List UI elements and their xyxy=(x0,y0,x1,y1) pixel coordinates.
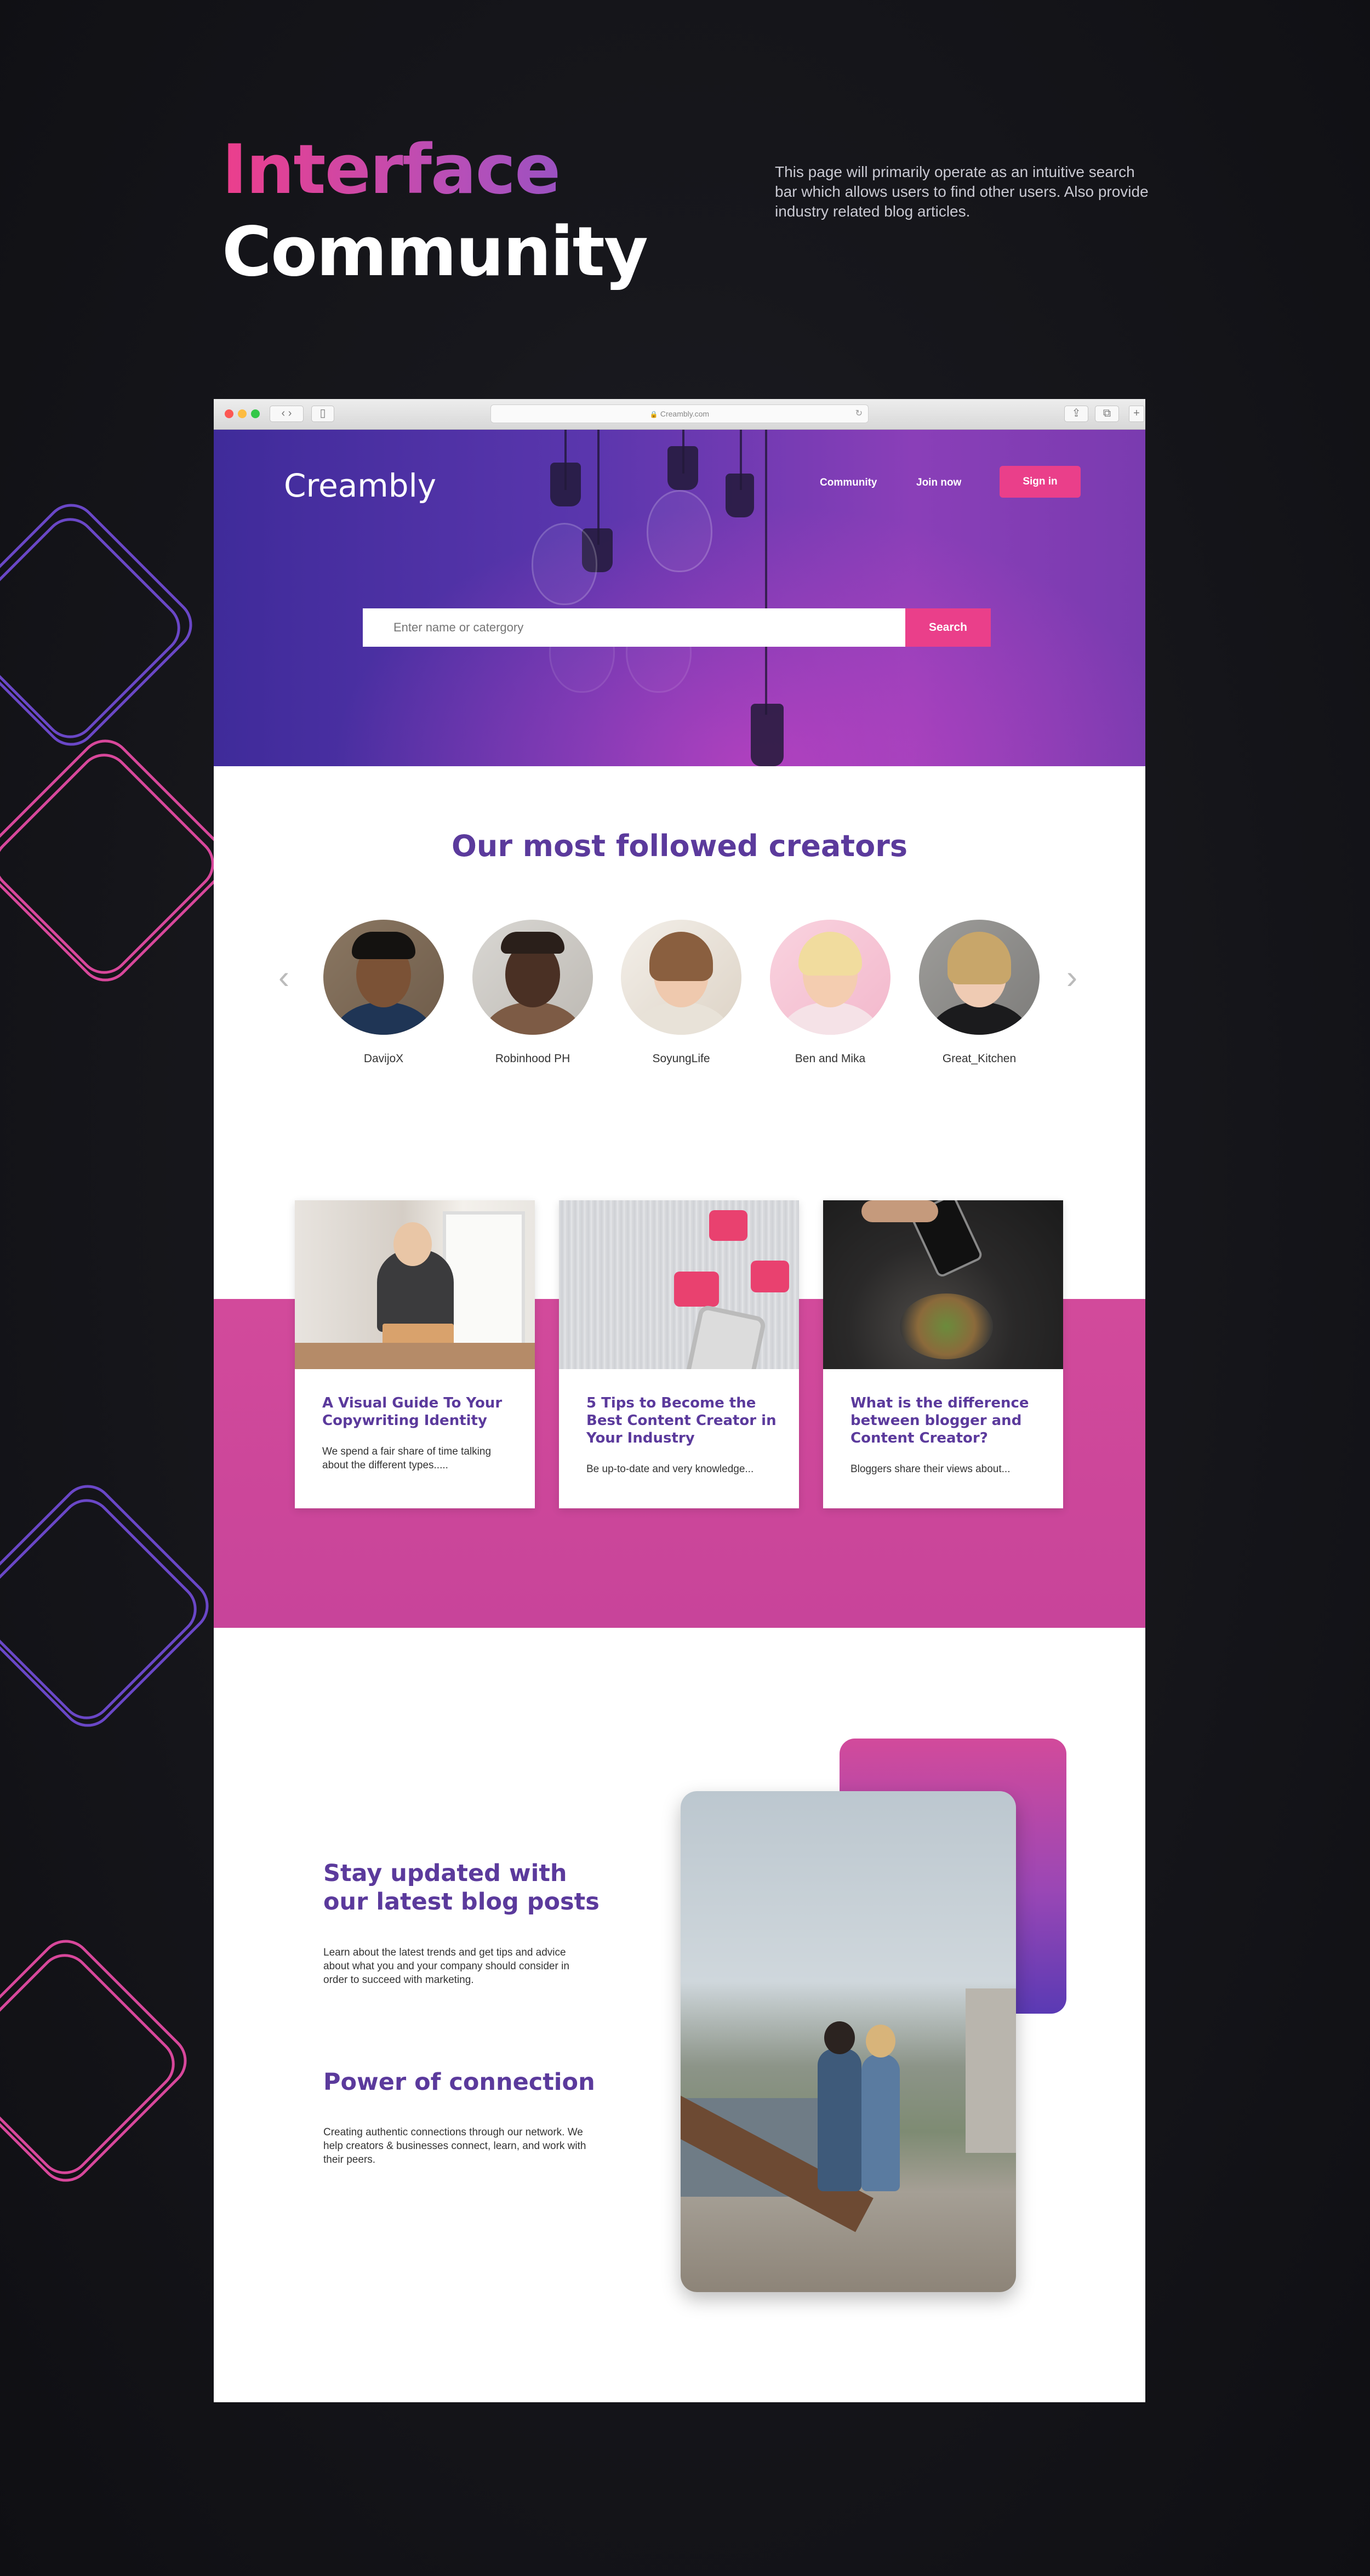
article-excerpt: Be up-to-date and very knowledge... xyxy=(586,1463,754,1475)
lamp-cord xyxy=(765,430,767,715)
hero-banner: Creambly Community Join now Sign in Sear… xyxy=(214,430,1145,766)
tabs-icon[interactable]: ⧉ xyxy=(1095,406,1119,422)
creator-name: DavijoX xyxy=(363,1052,404,1065)
lamp-socket xyxy=(667,446,698,490)
feature-photo xyxy=(681,1791,1016,2292)
presentation-description: This page will primarily operate as an i… xyxy=(775,163,1149,220)
window-light xyxy=(443,1211,525,1354)
address-bar-url: Creambly.com xyxy=(660,409,710,418)
sidebar-toggle-icon[interactable]: ▯ xyxy=(311,406,334,422)
presentation-title: Interface Community xyxy=(222,129,648,293)
person-head xyxy=(393,1222,432,1266)
feature-connection-text: Creating authentic connections through o… xyxy=(323,2127,586,2165)
article-image xyxy=(295,1200,535,1369)
person-figure xyxy=(818,2049,861,2191)
lamp-cord xyxy=(597,430,600,545)
article-excerpt: Bloggers share their views about... xyxy=(850,1463,1011,1475)
article-title[interactable]: A Visual Guide To Your Copywriting Ident… xyxy=(322,1394,514,1429)
creator-card[interactable]: DavijoX xyxy=(323,920,444,1065)
feature-blog-text: Learn about the latest trends and get ti… xyxy=(323,1947,569,1986)
creator-name: Ben and Mika xyxy=(795,1052,866,1065)
hand xyxy=(861,1200,938,1222)
maximize-window-button[interactable] xyxy=(251,409,260,418)
article-card[interactable]: What is the difference between blogger a… xyxy=(823,1200,1063,1508)
article-image xyxy=(823,1200,1063,1369)
feature-blog-heading: Stay updated with our latest blog posts xyxy=(323,1860,600,1916)
search-button[interactable]: Search xyxy=(905,608,991,647)
reload-icon[interactable]: ↻ xyxy=(855,405,863,423)
creator-name: Great_Kitchen xyxy=(942,1052,1017,1065)
nav-community-link[interactable]: Community xyxy=(820,477,877,489)
creator-name: Robinhood PH xyxy=(495,1052,570,1065)
avatar-hair xyxy=(649,932,713,981)
bowl xyxy=(900,1293,993,1359)
article-title[interactable]: What is the difference between blogger a… xyxy=(850,1394,1042,1447)
diamond-outline xyxy=(0,743,219,985)
avatar-hair xyxy=(947,932,1011,984)
creator-card[interactable]: Ben and Mika xyxy=(770,920,891,1065)
creator-card[interactable]: Great_Kitchen xyxy=(919,920,1040,1065)
carousel-next-arrow-icon[interactable]: › xyxy=(1066,961,1077,994)
avatar-hair xyxy=(798,932,862,976)
lamp-socket xyxy=(751,704,784,766)
article-card[interactable]: 5 Tips to Become the Best Content Creato… xyxy=(559,1200,799,1508)
new-tab-button[interactable]: + xyxy=(1129,406,1144,422)
presentation-title-line1: Interface xyxy=(222,129,647,211)
decorative-diamonds xyxy=(0,493,219,2192)
share-icon[interactable]: ⇪ xyxy=(1064,406,1088,422)
minimize-window-button[interactable] xyxy=(238,409,247,418)
back-forward-buttons[interactable]: ‹ › xyxy=(270,406,304,422)
article-title[interactable]: 5 Tips to Become the Best Content Creato… xyxy=(586,1394,778,1447)
lamp-bulb xyxy=(532,523,597,605)
avatar-hair xyxy=(501,932,564,954)
building xyxy=(966,1988,1016,2153)
browser-window: ‹ › ▯ 🔒 Creambly.com ↻ ⇪ ⧉ + Creambly Com… xyxy=(214,399,1145,2402)
article-card[interactable]: A Visual Guide To Your Copywriting Ident… xyxy=(295,1200,535,1508)
lamp-socket xyxy=(726,474,754,517)
close-window-button[interactable] xyxy=(225,409,233,418)
presentation-title-line2: Community xyxy=(222,213,648,292)
lamp-bulb xyxy=(647,490,712,572)
creator-avatar[interactable] xyxy=(323,920,444,1035)
article-image xyxy=(559,1200,799,1369)
feature-connection-heading: Power of connection xyxy=(323,2068,595,2096)
creator-avatar[interactable] xyxy=(770,920,891,1035)
person-head xyxy=(824,2021,855,2054)
brand-logo[interactable]: Creambly xyxy=(284,467,436,504)
lamp-socket xyxy=(550,463,581,506)
creator-avatar[interactable] xyxy=(919,920,1040,1035)
nav-join-now-link[interactable]: Join now xyxy=(916,477,961,489)
search-input[interactable] xyxy=(363,608,905,647)
carousel-prev-arrow-icon[interactable]: ‹ xyxy=(278,961,289,994)
heart-bubble xyxy=(709,1210,747,1241)
address-bar[interactable]: 🔒 Creambly.com ↻ xyxy=(490,404,869,423)
diamond-outline xyxy=(0,1488,208,1730)
person-head xyxy=(866,2025,895,2058)
creator-name: SoyungLife xyxy=(652,1052,710,1065)
user-bubble xyxy=(674,1272,719,1307)
floor xyxy=(295,1343,535,1369)
article-excerpt: We spend a fair share of time talking ab… xyxy=(322,1446,492,1471)
person-figure xyxy=(861,2054,900,2191)
creator-card[interactable]: Robinhood PH xyxy=(472,920,593,1065)
creator-card[interactable]: SoyungLife xyxy=(621,920,741,1065)
comment-bubble xyxy=(751,1261,789,1292)
browser-toolbar: ‹ › ▯ 🔒 Creambly.com ↻ ⇪ ⧉ + xyxy=(214,399,1145,430)
creator-avatar[interactable] xyxy=(621,920,741,1035)
sign-in-button[interactable]: Sign in xyxy=(1000,466,1081,498)
phone xyxy=(677,1304,767,1369)
avatar-hair xyxy=(352,932,415,959)
creator-avatar[interactable] xyxy=(472,920,593,1035)
creators-heading: Our most followed creators xyxy=(452,829,907,863)
lock-icon: 🔒 xyxy=(649,411,658,418)
